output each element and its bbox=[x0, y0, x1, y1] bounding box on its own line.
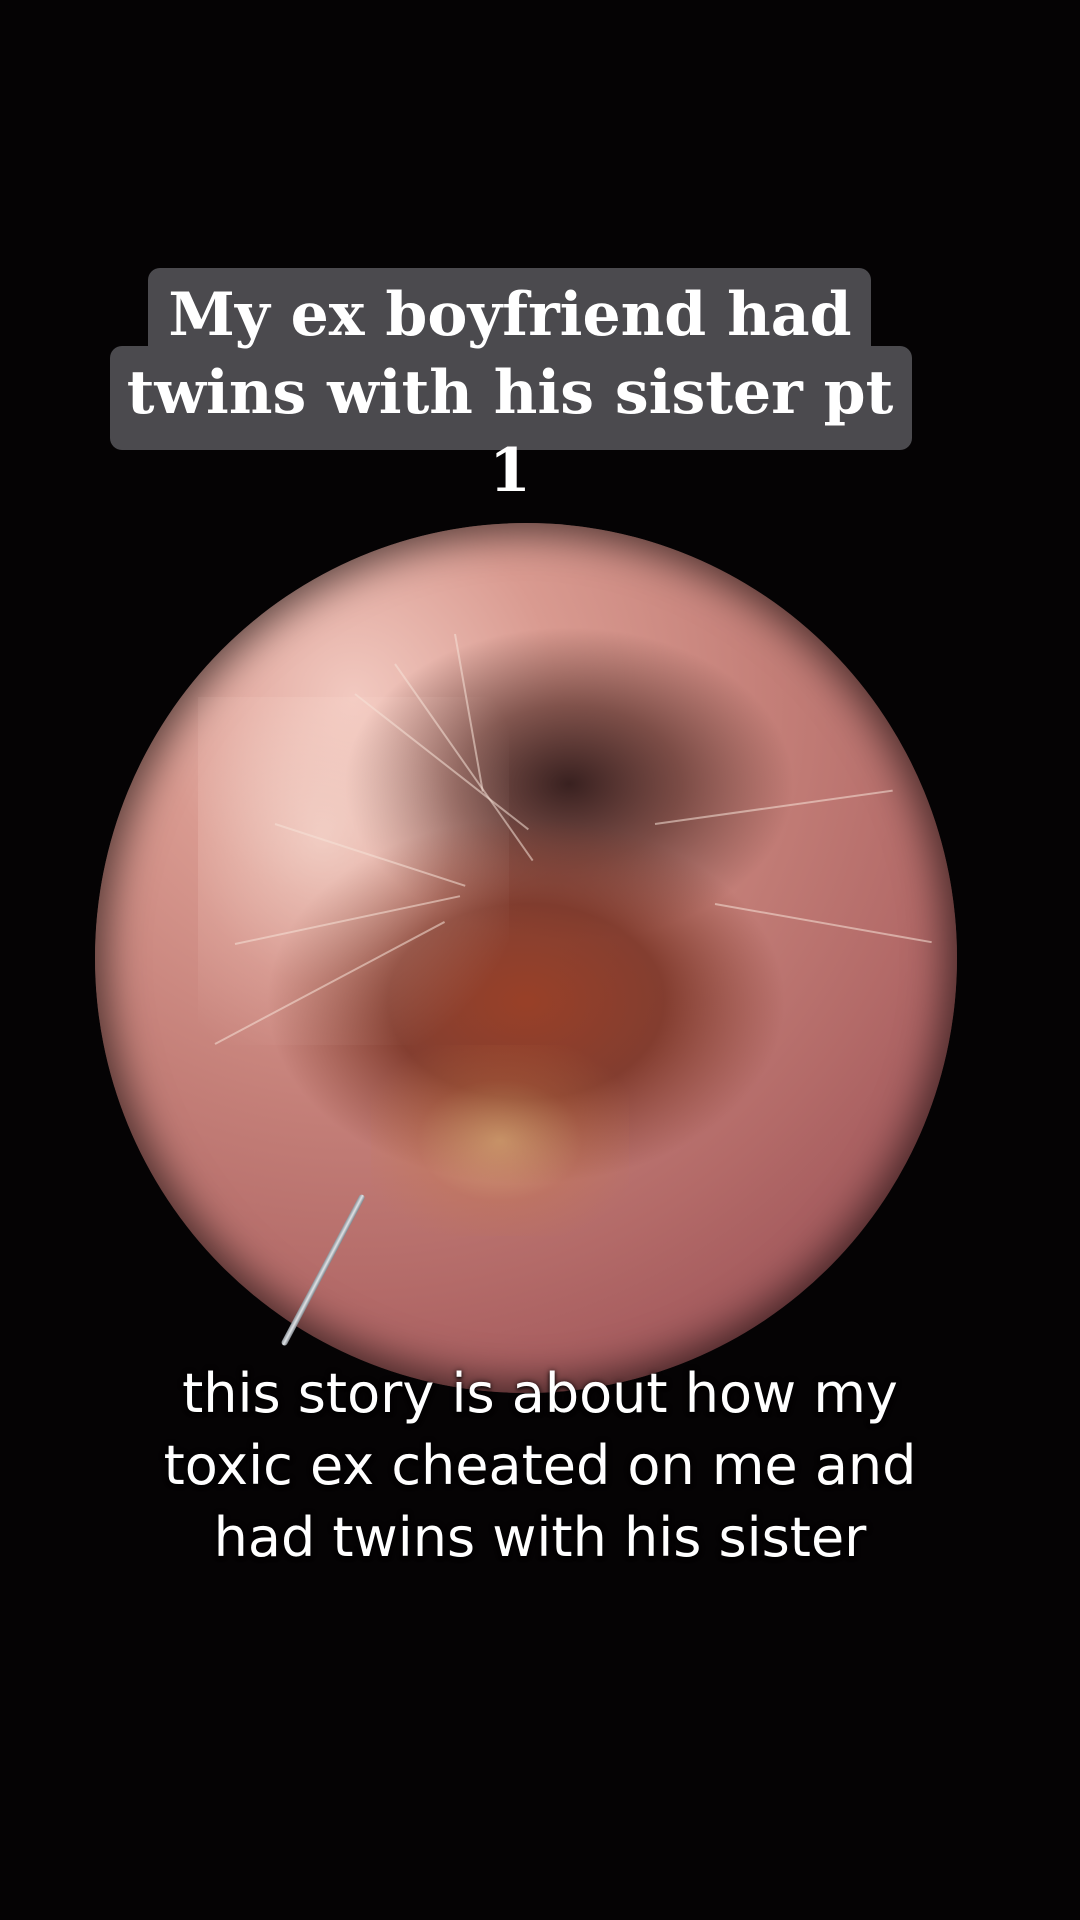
video-title-overlay: My ex boyfriend had twins with his siste… bbox=[110, 268, 914, 506]
caption-line-1: this story is about how my bbox=[182, 1362, 898, 1425]
title-line-1: My ex boyfriend had bbox=[168, 280, 852, 350]
video-caption: this story is about how my toxic ex chea… bbox=[90, 1358, 990, 1574]
ear-canal-video-image bbox=[95, 523, 957, 1393]
hair-strand bbox=[274, 823, 466, 887]
hair-strand bbox=[714, 903, 932, 944]
caption-line-3: had twins with his sister bbox=[213, 1506, 867, 1569]
video-title: My ex boyfriend had twins with his siste… bbox=[110, 276, 910, 510]
hair-strand bbox=[354, 693, 529, 831]
caption-line-2: toxic ex cheated on me and bbox=[163, 1434, 917, 1497]
video-frame[interactable]: My ex boyfriend had twins with his siste… bbox=[0, 0, 1080, 1920]
hair-strand bbox=[234, 895, 461, 945]
title-line-2: twins with his sister pt 1 bbox=[126, 358, 894, 506]
hair-strand bbox=[654, 789, 893, 825]
